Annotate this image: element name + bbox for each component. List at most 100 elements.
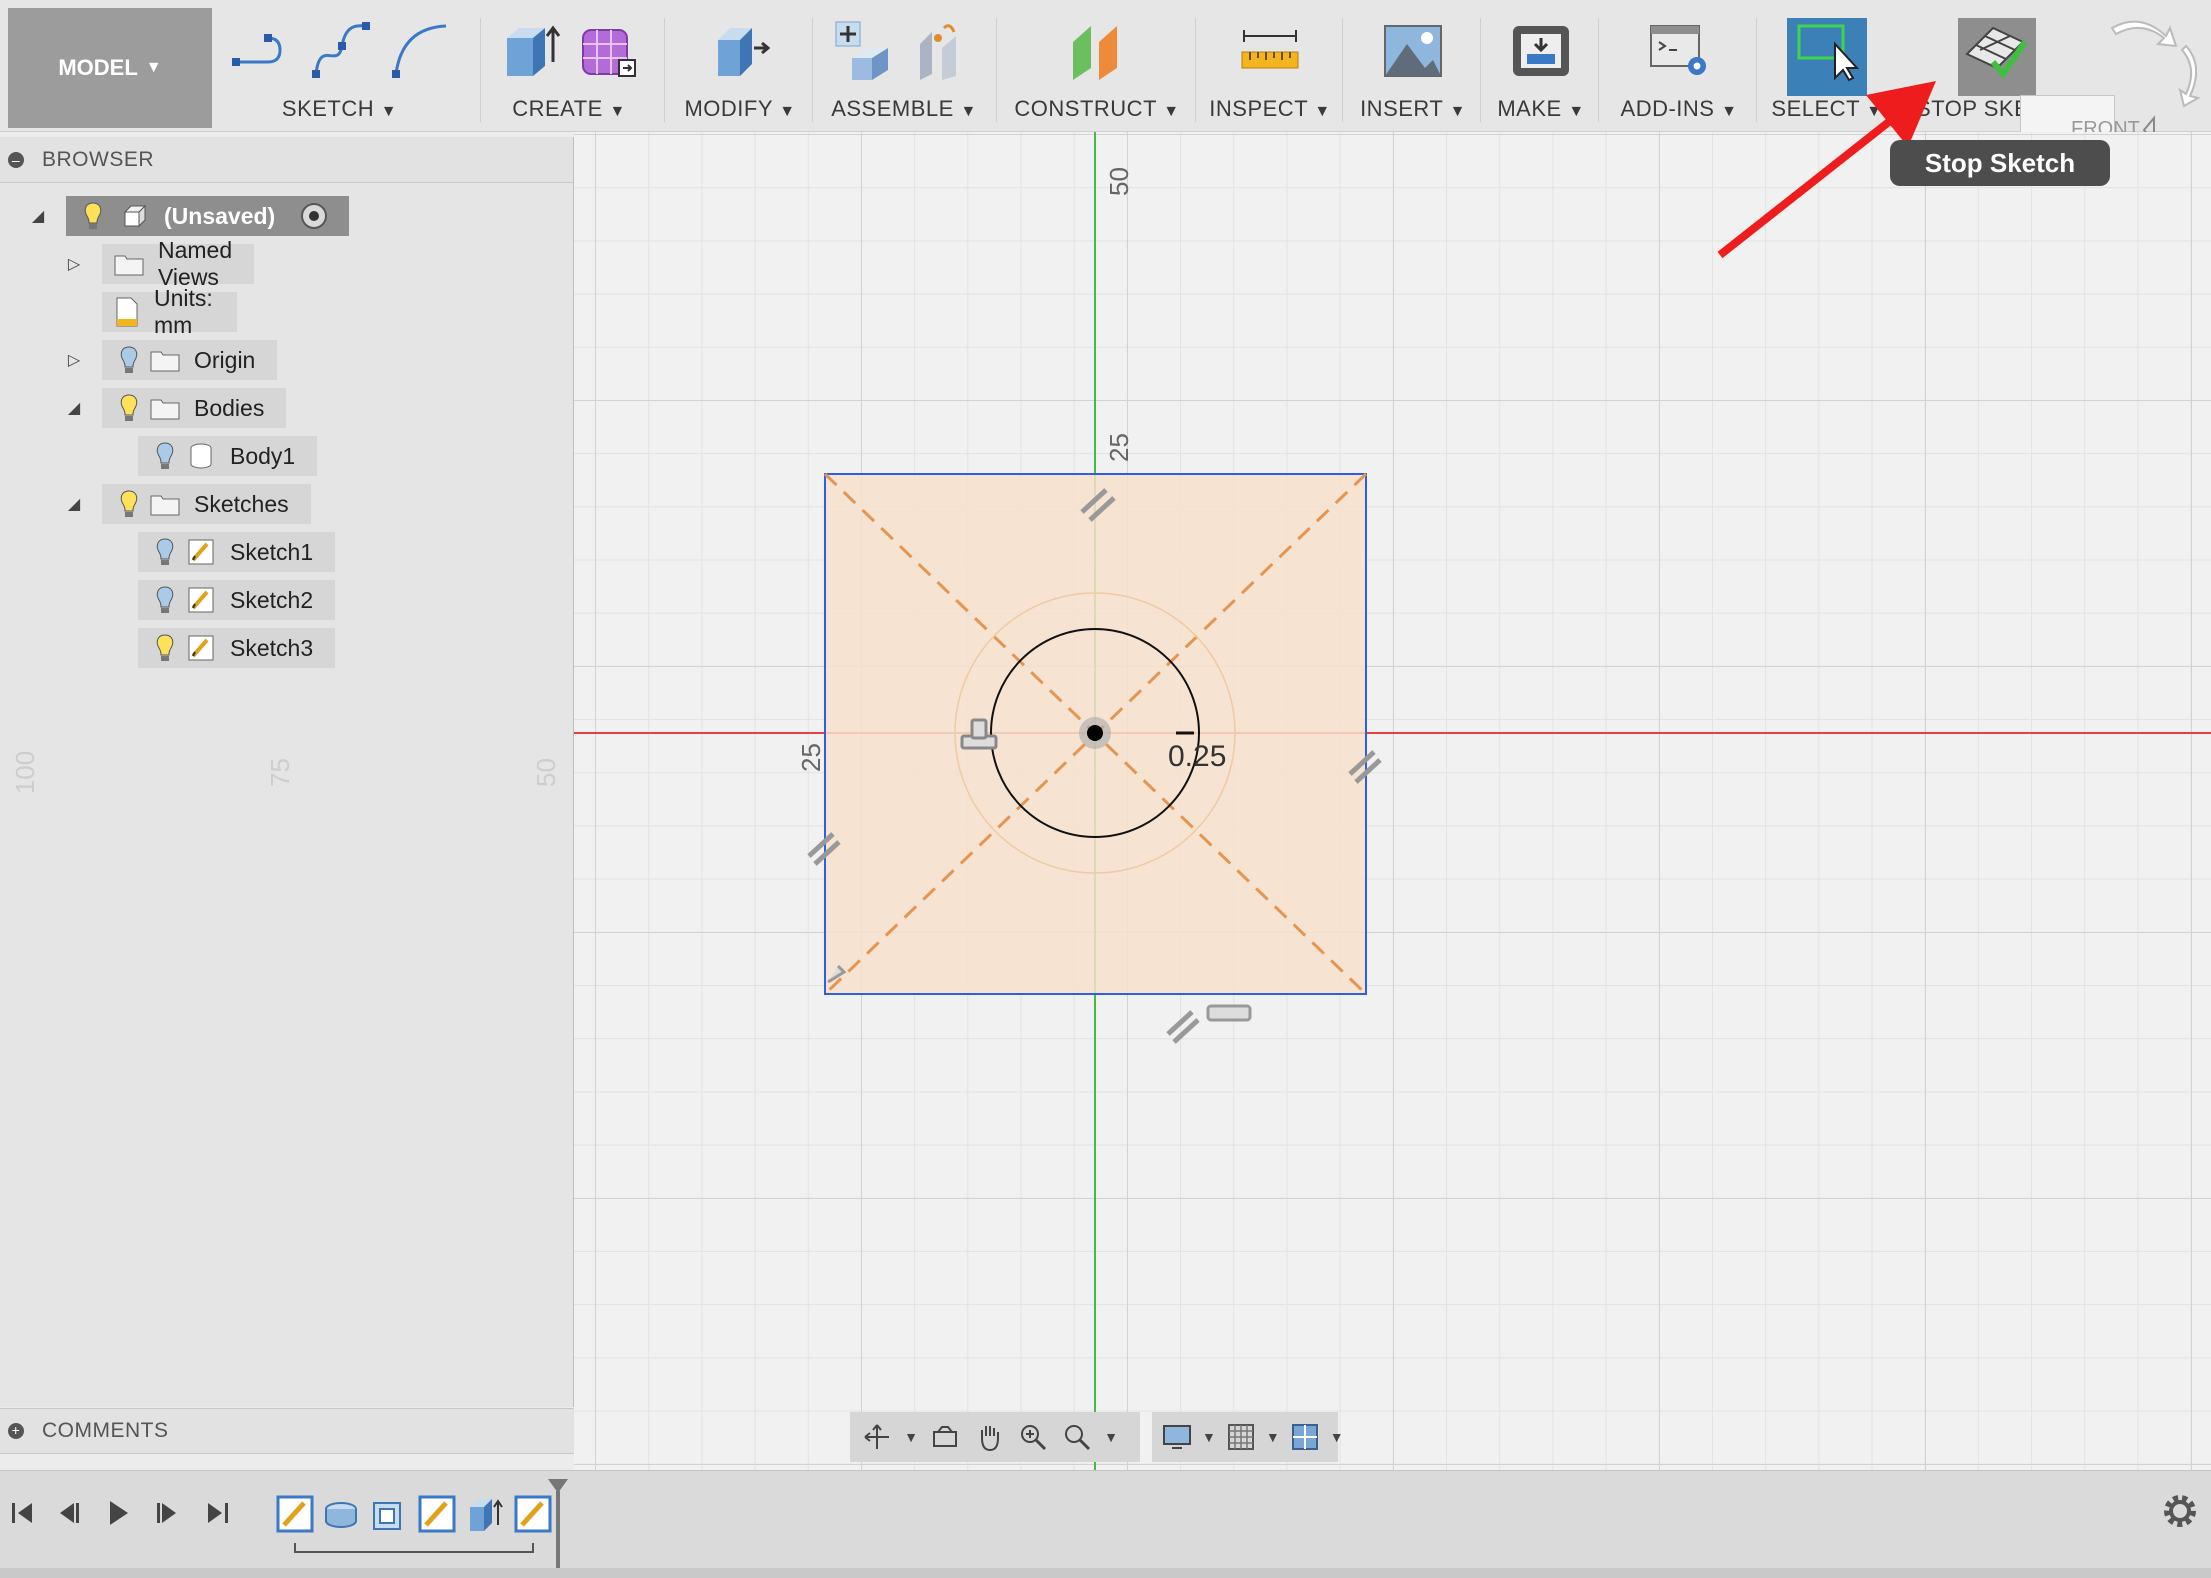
modify-group[interactable]: MODIFY ▼	[670, 0, 810, 130]
zoom-icon[interactable]	[1016, 1420, 1050, 1454]
pan-hand-icon[interactable]	[972, 1420, 1006, 1454]
form-icon[interactable]	[577, 18, 641, 82]
chevron-down-icon: ▼	[960, 103, 977, 120]
orbit-icon[interactable]	[860, 1420, 894, 1454]
tree-item-body1[interactable]: Body1	[138, 436, 318, 476]
stop-sketch-icon[interactable]	[1963, 18, 2027, 82]
construct-group[interactable]: CONSTRUCT ▼	[1002, 0, 1192, 130]
chevron-down-icon[interactable]: ▼	[1104, 1420, 1118, 1454]
chevron-down-icon[interactable]: ▼	[1330, 1420, 1344, 1454]
expand-triangle-icon[interactable]: ▷	[64, 350, 84, 370]
sketch-geometry[interactable]	[574, 132, 2211, 1470]
timeline-sketch-icon[interactable]	[276, 1495, 314, 1533]
gear-icon[interactable]	[2160, 1491, 2200, 1536]
named-views-label: Named Views	[158, 237, 233, 290]
collapse-icon[interactable]: –	[8, 151, 24, 168]
lightbulb-off-icon[interactable]	[150, 440, 180, 472]
expand-triangle-icon[interactable]: ◢	[28, 206, 48, 226]
timeline-shell-icon[interactable]	[370, 1495, 408, 1533]
measure-icon[interactable]	[1238, 18, 1302, 82]
sketch2-label: Sketch2	[230, 586, 314, 613]
fit-zoom-icon[interactable]	[1060, 1420, 1094, 1454]
chevron-down-icon[interactable]: ▼	[1266, 1420, 1280, 1454]
sketch3-label: Sketch3	[230, 634, 314, 661]
root-label: (Unsaved)	[164, 202, 276, 229]
step-forward-icon[interactable]	[148, 1493, 188, 1533]
timeline-revolve-icon[interactable]	[322, 1495, 360, 1533]
look-at-icon[interactable]	[928, 1420, 962, 1454]
sketch-canvas[interactable]: 50 25 25 0.25	[574, 132, 2211, 1470]
expand-triangle-icon[interactable]: ◢	[64, 398, 84, 418]
expand-triangle-icon[interactable]: ◢	[64, 494, 84, 514]
tree-item-sketch3[interactable]: Sketch3	[138, 628, 336, 668]
3d-print-icon[interactable]	[1509, 18, 1573, 82]
tree-item-sketch1[interactable]: Sketch1	[138, 532, 336, 572]
offset-plane-icon[interactable]	[1065, 18, 1129, 82]
go-to-end-icon[interactable]	[198, 1493, 238, 1533]
dimension-value[interactable]: 0.25	[1168, 740, 1226, 774]
browser-header[interactable]: – BROWSER	[0, 137, 573, 183]
insert-image-icon[interactable]	[1381, 18, 1445, 82]
spline-tool-icon[interactable]	[308, 18, 372, 82]
timeline-extrude-icon[interactable]	[466, 1495, 504, 1533]
viewcube-menu-icon[interactable]	[2160, 8, 2170, 14]
viewports-icon[interactable]	[1290, 1420, 1320, 1454]
press-pull-icon[interactable]	[708, 18, 772, 82]
lightbulb-icon[interactable]	[114, 488, 144, 520]
grid-settings-icon[interactable]	[1226, 1420, 1256, 1454]
comments-panel[interactable]: + COMMENTS	[0, 1408, 574, 1454]
lightbulb-icon[interactable]	[114, 392, 144, 424]
chevron-down-icon[interactable]: ▼	[904, 1420, 918, 1454]
create-group[interactable]: CREATE ▼	[486, 0, 652, 130]
chevron-down-icon: ▼	[1568, 103, 1585, 120]
tree-item-named-views[interactable]: Named Views	[102, 237, 255, 290]
tree-item-units[interactable]: Units: mm	[102, 285, 237, 338]
ruler-label-100: 100	[10, 750, 41, 795]
activate-radio-icon[interactable]	[301, 203, 328, 229]
lightbulb-off-icon[interactable]	[150, 536, 180, 568]
display-settings-bar: ▼ ▼ ▼	[1152, 1412, 1344, 1462]
timeline-sketch-icon[interactable]	[514, 1495, 552, 1533]
lightbulb-off-icon[interactable]	[150, 584, 180, 616]
bodies-label: Bodies	[194, 394, 265, 421]
lightbulb-icon[interactable]	[78, 200, 108, 232]
extrude-icon[interactable]	[497, 18, 561, 82]
folder-icon	[150, 392, 180, 424]
viewport-nav-bar: ▼ ▼	[850, 1412, 1140, 1462]
inspect-group[interactable]: INSPECT ▼	[1200, 0, 1340, 130]
lightbulb-icon[interactable]	[150, 632, 180, 664]
lightbulb-off-icon[interactable]	[114, 344, 144, 376]
joint-icon[interactable]	[912, 18, 976, 82]
timeline-marker[interactable]	[548, 1479, 568, 1578]
tree-item-origin[interactable]: Origin	[102, 340, 278, 380]
sketch-icon	[186, 632, 216, 664]
play-icon[interactable]	[98, 1493, 138, 1533]
make-group[interactable]: MAKE ▼	[1486, 0, 1596, 130]
component-icon	[120, 200, 150, 232]
new-component-icon[interactable]	[832, 18, 896, 82]
arc-tool-icon[interactable]	[388, 18, 452, 82]
sketches-label: Sketches	[194, 490, 289, 517]
line-tool-icon[interactable]	[228, 18, 292, 82]
workspace-switcher[interactable]: MODEL ▼	[8, 8, 212, 128]
tree-item-bodies[interactable]: Bodies	[102, 388, 287, 428]
chevron-down-icon[interactable]: ▼	[1202, 1420, 1216, 1454]
assemble-group[interactable]: ASSEMBLE ▼	[818, 0, 990, 130]
go-to-start-icon[interactable]	[2, 1493, 42, 1533]
expand-triangle-icon[interactable]: ▷	[64, 254, 84, 274]
expand-icon[interactable]: +	[8, 1423, 24, 1439]
insert-group[interactable]: INSERT ▼	[1348, 0, 1478, 130]
display-settings-icon[interactable]	[1162, 1420, 1192, 1454]
center-point	[1087, 725, 1103, 741]
sketch1-label: Sketch1	[230, 538, 314, 565]
step-back-icon[interactable]	[48, 1493, 88, 1533]
tree-item-sketches[interactable]: Sketches	[102, 484, 311, 524]
sketch-group[interactable]: SKETCH ▼	[222, 0, 457, 130]
orbit-down-arrow-icon[interactable]	[2178, 44, 2201, 108]
workspace-label: MODEL	[58, 55, 138, 80]
orbit-left-arrow-icon[interactable]	[2110, 20, 2178, 48]
tree-item-sketch2[interactable]: Sketch2	[138, 580, 336, 620]
tree-root[interactable]: (Unsaved)	[66, 196, 350, 236]
timeline-sketch-icon[interactable]	[418, 1495, 456, 1533]
sketch-menu-label: SKETCH	[281, 96, 375, 121]
